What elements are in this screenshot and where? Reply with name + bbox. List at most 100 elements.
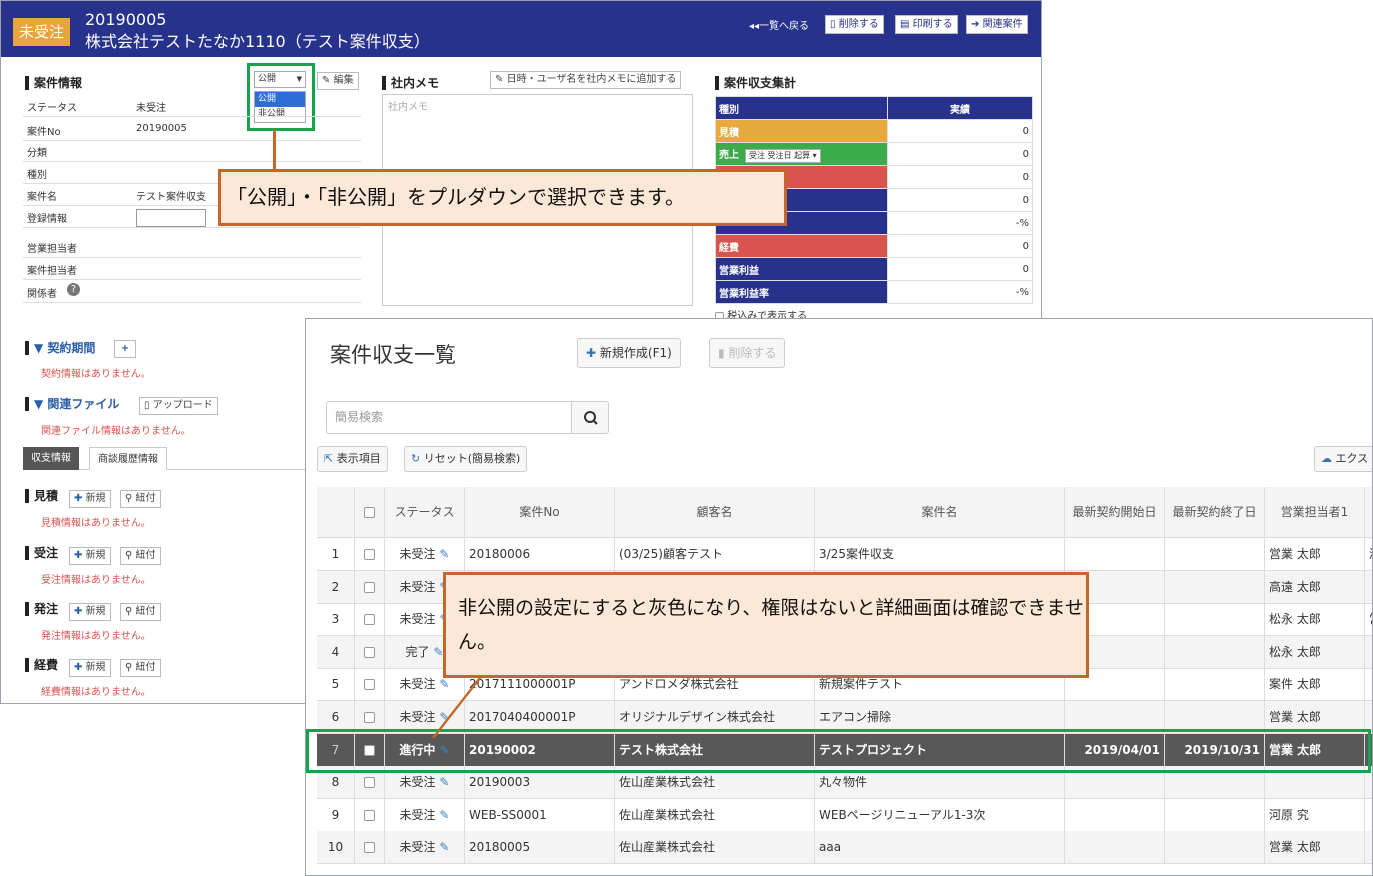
add-contract-button[interactable]: + <box>114 340 136 358</box>
refresh-icon: ↻ <box>411 452 421 465</box>
row-checkbox[interactable] <box>355 635 385 669</box>
select-all-checkbox[interactable] <box>355 487 385 538</box>
summary-value: 0 <box>887 257 1033 281</box>
registration-input[interactable] <box>136 209 206 227</box>
help-icon[interactable]: ? <box>67 283 80 296</box>
link-button-label: 紐付 <box>135 550 156 561</box>
arrow-right-icon: ➔ <box>971 19 980 30</box>
new-button[interactable]: ✚ 新規 <box>69 547 111 565</box>
field-value: 未受注 <box>136 103 166 114</box>
contract-heading[interactable]: ▼ 契約期間 <box>25 341 95 355</box>
section-empty-message: 見積情報はありません。 <box>41 518 151 529</box>
files-heading[interactable]: ▼ 関連ファイル <box>25 397 119 411</box>
summary-value: 0 <box>887 188 1033 212</box>
checkbox-icon <box>364 614 375 626</box>
new-button-label: 新規 <box>85 493 106 504</box>
link-button[interactable]: ⚲ 紐付 <box>120 659 161 677</box>
col-status[interactable]: ステータス <box>385 487 465 538</box>
field-divider <box>23 279 361 280</box>
link-button[interactable]: ⚲ 紐付 <box>120 490 161 508</box>
col-case-no[interactable]: 案件No <box>465 487 615 538</box>
tab-revenue[interactable]: 収支情報 <box>23 447 79 470</box>
summary-row: 売上 受注 受注日 起算 ▾ 0 <box>715 142 1033 166</box>
summary-type-label: 売上 <box>719 149 739 161</box>
field-divider <box>23 140 361 141</box>
new-case-button[interactable]: ✚ 新規作成(F1) <box>577 338 681 368</box>
display-columns-button[interactable]: ⇱ 表示項目 <box>317 446 388 472</box>
extra-column <box>1365 831 1372 864</box>
col-sales-rep[interactable]: 営業担当者1 <box>1265 487 1365 538</box>
summary-col-actual: 実績 <box>887 96 1033 120</box>
summary-value: 0 <box>887 119 1033 143</box>
reset-search-button[interactable]: ↻ リセット(簡易検索) <box>404 446 528 472</box>
col-customer[interactable]: 顧客名 <box>615 487 815 538</box>
case-name[interactable]: WEBページリニューアル1-3次 <box>815 798 1065 832</box>
summary-row: 経費 0 <box>715 234 1033 258</box>
col-contract-end[interactable]: 最新契約終了日 <box>1165 487 1265 538</box>
case-name[interactable]: 3/25案件収支 <box>815 538 1065 571</box>
contract-end <box>1165 570 1265 604</box>
row-checkbox[interactable] <box>355 668 385 702</box>
status-badge: 未受注 <box>13 18 70 46</box>
calc-basis-select[interactable]: 受注 受注日 起算 ▾ <box>745 148 821 163</box>
row-checkbox[interactable] <box>355 831 385 865</box>
pencil-icon[interactable]: ✎ <box>436 547 449 561</box>
plus-icon: ✚ <box>74 493 86 504</box>
row-checkbox[interactable] <box>355 798 385 832</box>
checkbox-icon <box>364 777 375 789</box>
pencil-icon[interactable]: ✎ <box>436 840 449 854</box>
table-row[interactable]: 10 未受注 ✎ 20180005 佐山産業株式会社 aaa 営業 太郎 <box>317 831 1372 865</box>
field-label: 営業担当者 <box>27 244 77 255</box>
summary-row: 営業利益 0 <box>715 257 1033 281</box>
cloud-upload-icon: ☁ <box>1321 452 1332 465</box>
related-cases-button[interactable]: ➔ 関連案件 <box>966 15 1028 34</box>
contract-end <box>1165 798 1265 832</box>
status-text: 未受注 <box>399 775 436 790</box>
status-text: 未受注 <box>399 579 436 594</box>
table-row[interactable]: 9 未受注 ✎ WEB-SS0001 佐山産業株式会社 WEBページリニューアル1-3次… <box>317 798 1372 832</box>
trash-icon: ▮ <box>718 346 725 360</box>
pencil-icon[interactable]: ✎ <box>430 645 443 659</box>
pencil-icon[interactable]: ✎ <box>436 808 449 822</box>
table-row[interactable]: 1未受注 ✎20180006(03/25)顧客テスト3/25案件収支営業 太郎洲 <box>317 538 1372 571</box>
checkbox-icon <box>364 549 375 560</box>
row-checkbox[interactable] <box>355 538 385 571</box>
col-contract-start[interactable]: 最新契約開始日 <box>1065 487 1165 538</box>
export-button[interactable]: ☁ エクス <box>1314 446 1372 472</box>
col-extra[interactable] <box>1365 487 1372 538</box>
row-number: 10 <box>317 831 355 865</box>
row-checkbox[interactable] <box>355 570 385 604</box>
pencil-icon[interactable]: ✎ <box>436 775 449 789</box>
link-button[interactable]: ⚲ 紐付 <box>120 603 161 621</box>
print-button[interactable]: ▤ 印刷する <box>895 15 958 34</box>
field-label: 案件No <box>27 127 61 138</box>
summary-value: 0 <box>887 165 1033 189</box>
add-timestamp-button[interactable]: ✎ 日時・ユーザ名を社内メモに追加する <box>490 71 682 89</box>
tab-bar: 収支情報 商談履歴情報 <box>23 447 308 470</box>
section-heading: 経費 <box>25 658 58 672</box>
new-button[interactable]: ✚ 新規 <box>69 659 111 677</box>
tab-negotiation-history[interactable]: 商談履歴情報 <box>89 447 167 470</box>
row-number: 2 <box>317 570 355 604</box>
new-button[interactable]: ✚ 新規 <box>69 490 111 508</box>
link-button-label: 紐付 <box>135 493 156 504</box>
row-checkbox[interactable] <box>355 603 385 637</box>
col-case-name[interactable]: 案件名 <box>815 487 1065 538</box>
back-to-list-link[interactable]: ◂◂一覧へ戻る <box>749 17 809 32</box>
search-button[interactable] <box>571 401 609 434</box>
link-button[interactable]: ⚲ 紐付 <box>120 547 161 565</box>
pencil-icon[interactable]: ✎ <box>436 677 449 691</box>
search-input[interactable]: 簡易検索 <box>326 401 572 434</box>
field-divider <box>23 302 361 303</box>
case-name[interactable]: aaa <box>815 831 1065 865</box>
sales-rep: 河原 究 <box>1265 798 1365 832</box>
delete-selected-button[interactable]: ▮ 削除する <box>709 338 786 368</box>
sales-rep: 営業 太郎 <box>1265 831 1365 865</box>
edit-button[interactable]: ✎ 編集 <box>317 72 359 90</box>
plus-icon: + <box>120 343 130 354</box>
new-button[interactable]: ✚ 新規 <box>69 603 111 621</box>
upload-button[interactable]: ▯ アップロード <box>139 397 218 415</box>
summary-type-label: 経費 <box>719 242 739 254</box>
delete-button[interactable]: ▯ 削除する <box>825 15 884 34</box>
summary-value: -% <box>887 211 1033 235</box>
